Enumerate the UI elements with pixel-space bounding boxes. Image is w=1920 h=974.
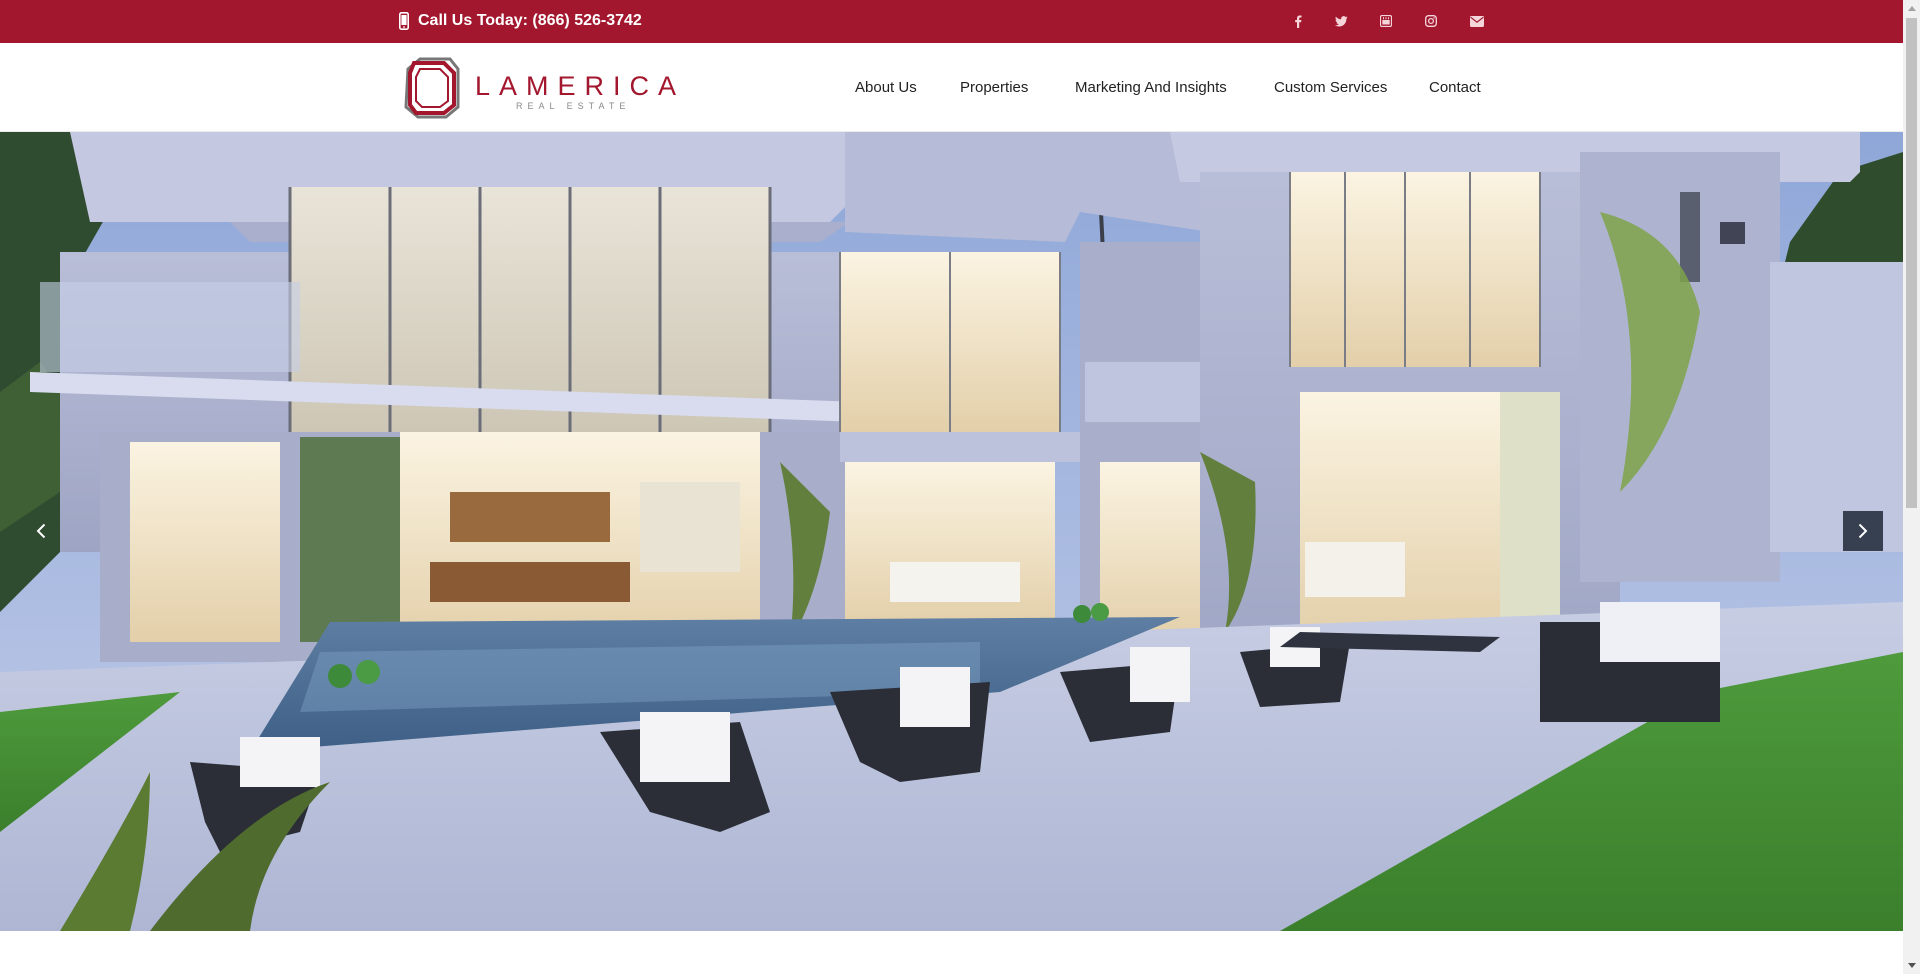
chevron-right-icon <box>1858 523 1868 539</box>
instagram-icon[interactable] <box>1421 11 1441 31</box>
site-logo[interactable]: LAMERICA REAL ESTATE <box>400 55 676 119</box>
logo-mark-icon <box>404 57 460 119</box>
email-icon[interactable] <box>1467 11 1487 31</box>
slider-prev-button[interactable] <box>26 511 56 551</box>
scroll-up-arrow-icon <box>1907 6 1916 11</box>
site-header: LAMERICA REAL ESTATE About Us Properties… <box>0 43 1903 132</box>
page: Call Us Today: (866) 526-3742 LAMERICA R… <box>0 0 1903 974</box>
nav-properties[interactable]: Properties <box>960 79 1028 96</box>
twitter-icon[interactable] <box>1331 11 1351 31</box>
nav-marketing-and-insights[interactable]: Marketing And Insights <box>1075 79 1227 96</box>
scroll-down-arrow-icon <box>1907 963 1916 968</box>
mobile-phone-icon <box>399 12 409 30</box>
slider-next-button[interactable] <box>1843 511 1883 551</box>
page-scrollbar[interactable] <box>1903 0 1920 974</box>
scroll-up-button[interactable] <box>1903 0 1920 17</box>
scrollbar-thumb[interactable] <box>1906 18 1917 508</box>
top-bar: Call Us Today: (866) 526-3742 <box>0 0 1903 43</box>
hero-slider <box>0 132 1903 931</box>
logo-tagline: REAL ESTATE <box>516 101 631 111</box>
nav-about-us[interactable]: About Us <box>855 79 917 96</box>
page-content-start <box>0 931 1903 974</box>
nav-custom-services[interactable]: Custom Services <box>1274 79 1387 96</box>
phone-contact[interactable]: Call Us Today: (866) 526-3742 <box>399 11 642 31</box>
chevron-left-icon <box>36 523 46 539</box>
youtube-icon[interactable] <box>1376 11 1396 31</box>
facebook-icon[interactable] <box>1288 11 1308 31</box>
nav-contact[interactable]: Contact <box>1429 79 1481 96</box>
logo-name: LAMERICA <box>475 71 686 101</box>
phone-text: Call Us Today: (866) 526-3742 <box>418 12 642 29</box>
hero-image <box>0 132 1903 931</box>
scroll-down-button[interactable] <box>1903 957 1920 974</box>
